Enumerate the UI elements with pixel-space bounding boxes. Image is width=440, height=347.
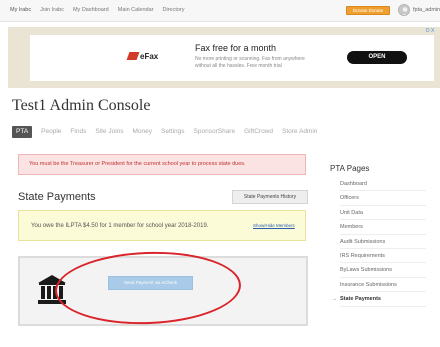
donate-button[interactable]: Donate Donate [346,6,390,15]
tab-sponsorshare[interactable]: SponsorShare [194,126,236,138]
tab-people[interactable]: People [41,126,61,138]
ad-description: No more printing or scanning. Fax from a… [195,56,305,69]
amount-owed-message: You owe the ILPTA $4.50 for 1 member for… [31,223,209,229]
sidebar-item-bylaws-submissions[interactable]: ByLaws Submissions [340,263,426,278]
efax-logo-icon [126,52,140,60]
tab-store-admin[interactable]: Store Admin [282,126,317,138]
sidebar-item-state-payments[interactable]: State Payments [340,292,426,307]
show-hide-members-link[interactable]: Show/Hide Members [253,223,295,228]
ad-title: Fax free for a month [195,43,277,53]
nav-link-directory[interactable]: Directory [163,7,185,13]
sidebar-item-dashboard[interactable]: Dashboard [340,177,426,192]
ad-banner: eFax Fax free for a month No more printi… [8,27,440,88]
sidebar-nav: Dashboard Officers Unit Data Members Aud… [340,177,426,307]
tab-pta[interactable]: PTA [12,126,33,138]
ad-open-button[interactable]: OPEN [347,51,407,64]
sidebar-item-irs-requirements[interactable]: IRS Requirements [340,249,426,264]
page-title: Test1 Admin Console [12,97,151,114]
nav-link-calendar[interactable]: Main Calendar [118,7,154,13]
sidebar-item-unit-data[interactable]: Unit Data [340,206,426,221]
ad-content[interactable]: eFax Fax free for a month No more printi… [30,35,434,81]
tab-giftcrowd[interactable]: GiftCrowd [244,126,273,138]
ad-logo: eFax [126,52,158,61]
ad-choices-icon[interactable]: D X [426,28,434,34]
sidebar-item-members[interactable]: Members [340,220,426,235]
tab-site-joins[interactable]: Site Joins [95,126,123,138]
state-payments-history-button[interactable]: State Payments History [232,190,308,204]
sidebar-title: PTA Pages [330,164,370,173]
payment-panel: Send Payment via eCheck [18,256,308,326]
nav-link-join[interactable]: Join Irabc [40,7,64,13]
avatar[interactable] [398,4,410,16]
send-payment-echeck-button[interactable]: Send Payment via eCheck [108,276,193,290]
sidebar-item-insurance-submissions[interactable]: Insurance Submissions [340,278,426,293]
top-nav-links: My Irabc Join Irabc My Dashboard Main Ca… [10,7,185,13]
tab-finds[interactable]: Finds [70,126,86,138]
sidebar-item-officers[interactable]: Officers [340,191,426,206]
user-icon [401,7,409,15]
tab-money[interactable]: Money [133,126,153,138]
username[interactable]: fpta_admin [413,7,440,13]
nav-link-dashboard[interactable]: My Dashboard [73,7,109,13]
nav-link-my-irabc[interactable]: My Irabc [10,7,31,13]
treasurer-error-alert: You must be the Treasurer or President f… [18,154,306,175]
section-title: State Payments [18,191,96,203]
top-nav: My Irabc Join Irabc My Dashboard Main Ca… [0,0,440,22]
tab-settings[interactable]: Settings [161,126,185,138]
admin-tabs: PTA People Finds Site Joins Money Settin… [12,126,326,138]
sidebar-item-audit-submissions[interactable]: Audit Submissions [340,235,426,249]
bank-icon [38,275,66,304]
amount-owed-alert: You owe the ILPTA $4.50 for 1 member for… [18,210,306,241]
